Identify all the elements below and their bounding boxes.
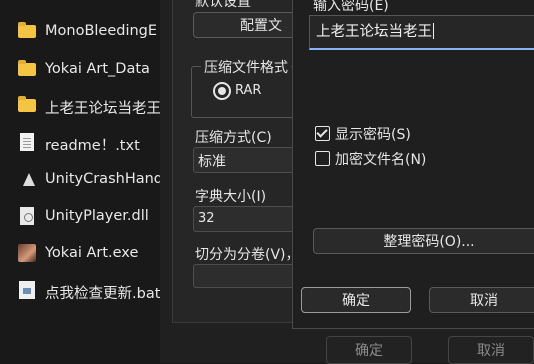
- split-volumes-label: 切分为分卷(V)，: [195, 247, 300, 263]
- encrypt-filenames-label: 加密文件名(N): [335, 152, 427, 168]
- password-ok-label: 确定: [342, 293, 370, 309]
- batch-file-icon: [18, 281, 38, 301]
- organize-passwords-button[interactable]: 整理密码(O)...: [313, 228, 534, 254]
- file-item[interactable]: MonoBleedingE: [0, 16, 160, 48]
- folder-icon: [18, 22, 38, 42]
- compression-method-value: 标准: [198, 154, 226, 170]
- compression-method-label: 压缩方式(C): [195, 130, 272, 146]
- file-name: Yokai Art.exe: [45, 245, 139, 261]
- password-input-text: 上老王论坛当老王: [316, 24, 432, 40]
- organize-passwords-label: 整理密码(O)...: [383, 234, 475, 250]
- file-list: MonoBleedingE Yokai Art_Data 上老王论坛当老王 re…: [0, 0, 163, 363]
- file-item[interactable]: UnityCrashHand: [0, 164, 163, 196]
- file-name: readme！.txt: [45, 138, 140, 154]
- file-item[interactable]: 点我检查更新.bat: [0, 275, 160, 307]
- folder-icon: [18, 60, 38, 80]
- file-item[interactable]: 上老王论坛当老王: [0, 90, 161, 122]
- show-password-checkbox[interactable]: [315, 126, 330, 141]
- file-name: UnityPlayer.dll: [45, 208, 149, 224]
- app-icon: [18, 244, 38, 264]
- encrypt-filenames-checkbox[interactable]: [315, 151, 330, 166]
- text-caret: [433, 23, 434, 39]
- archive-format-label: 压缩文件格式: [201, 57, 291, 77]
- file-item[interactable]: Yokai Art.exe: [0, 238, 160, 270]
- dictionary-size-value: 32: [198, 211, 215, 226]
- file-name: Yokai Art_Data: [45, 61, 150, 77]
- archive-ok-button[interactable]: 确定: [326, 336, 412, 364]
- folder-icon: [18, 96, 38, 116]
- password-input-label: 输入密码(E): [313, 0, 389, 14]
- show-password-label: 显示密码(S): [335, 127, 411, 143]
- archive-cancel-button[interactable]: 取消: [448, 336, 534, 364]
- password-input[interactable]: 上老王论坛当老王: [309, 15, 534, 50]
- file-name: 点我检查更新.bat: [45, 286, 161, 302]
- password-cancel-label: 取消: [470, 293, 498, 309]
- file-item[interactable]: readme！.txt: [0, 127, 160, 159]
- password-dialog: 输入密码(E) 上老王论坛当老王 显示密码(S) 加密文件名(N) 整理密码(O…: [292, 0, 534, 329]
- password-ok-button[interactable]: 确定: [301, 287, 411, 313]
- dictionary-size-label: 字典大小(I): [195, 189, 267, 205]
- file-name: UnityCrashHand: [45, 171, 163, 187]
- text-file-icon: [18, 133, 38, 153]
- file-name: 上老王论坛当老王: [45, 101, 161, 117]
- dll-file-icon: [18, 207, 38, 227]
- file-item[interactable]: Yokai Art_Data: [0, 54, 160, 86]
- unity-icon: [18, 170, 38, 190]
- default-settings-label: 默认设置: [195, 0, 251, 10]
- rar-option-label: RAR: [235, 83, 262, 98]
- file-item[interactable]: UnityPlayer.dll: [0, 201, 160, 233]
- password-cancel-button[interactable]: 取消: [429, 287, 534, 313]
- archive-cancel-label: 取消: [477, 343, 505, 359]
- archive-ok-label: 确定: [355, 343, 383, 359]
- config-button-label: 配置文: [240, 18, 282, 34]
- file-name: MonoBleedingE: [45, 23, 158, 39]
- rar-radio[interactable]: [213, 82, 231, 100]
